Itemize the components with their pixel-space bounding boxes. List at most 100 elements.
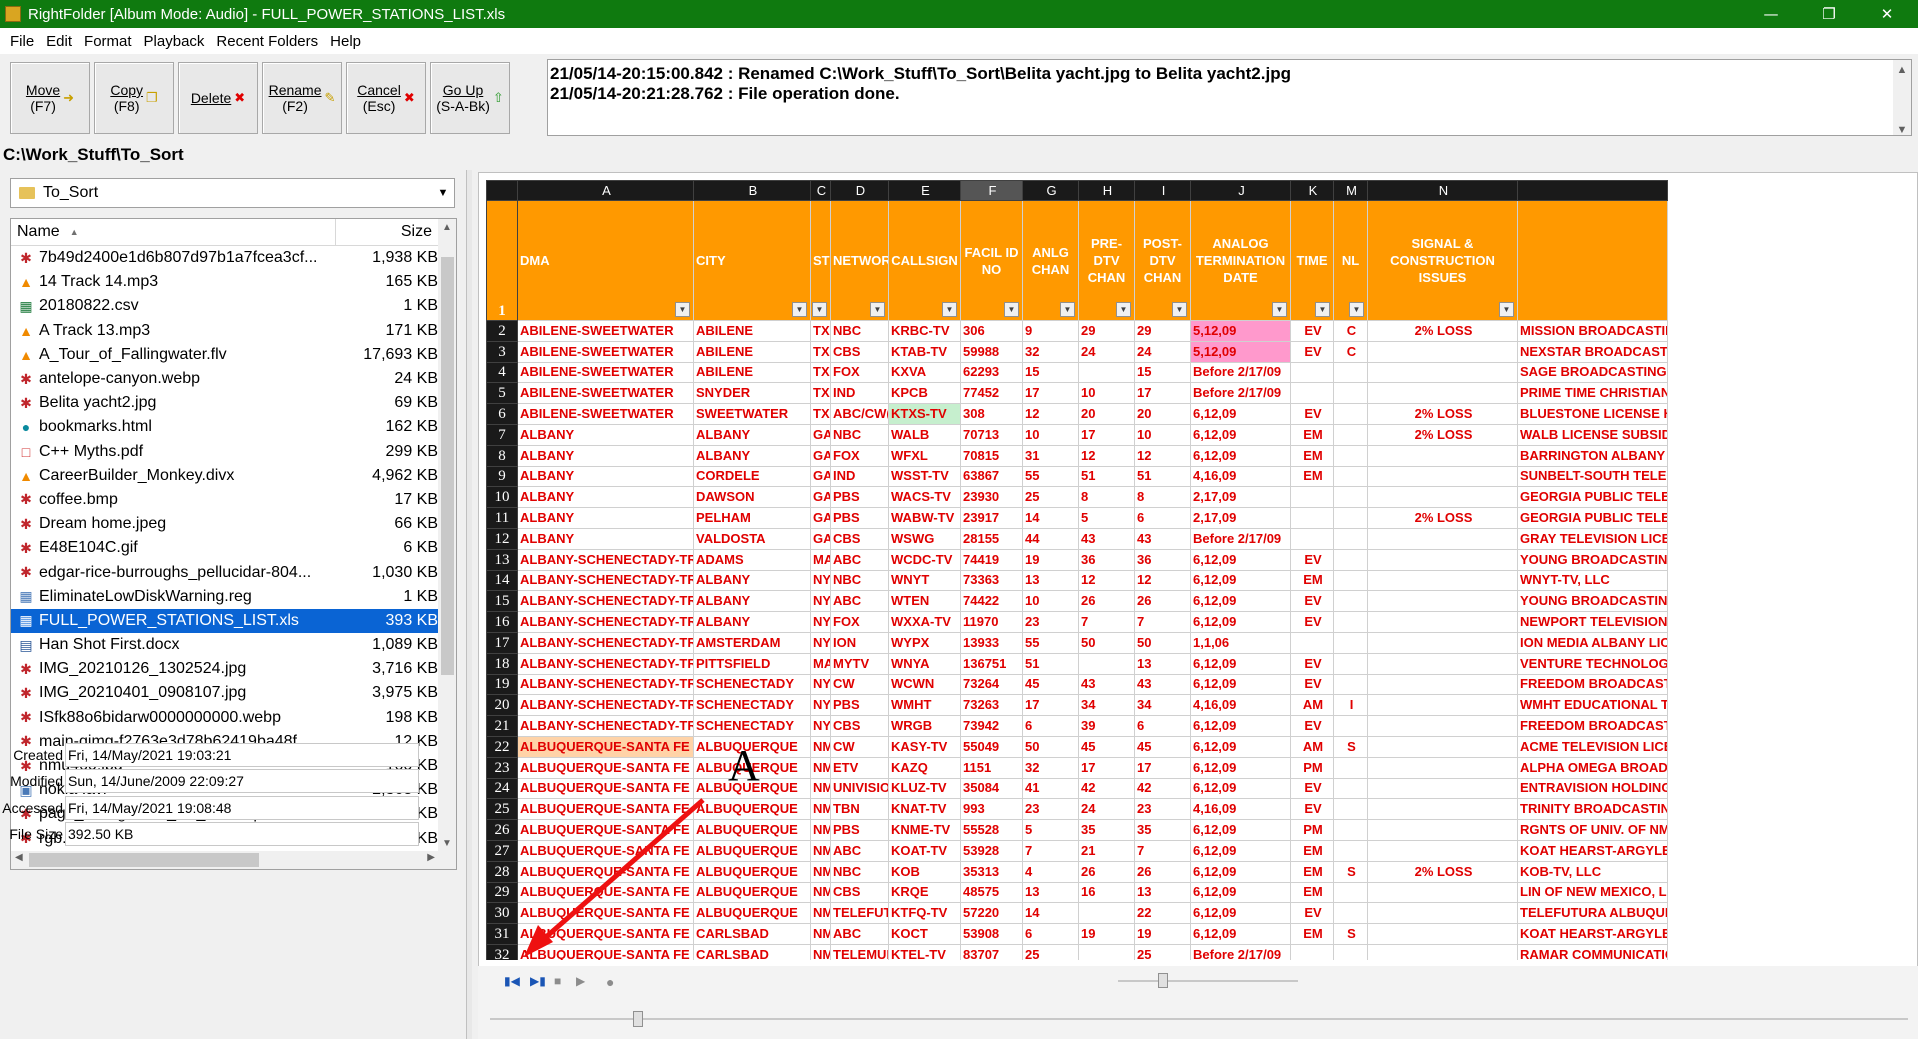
data-cell[interactable]: ALBUQUERQUE-SANTA FE — [517, 860, 694, 883]
data-cell[interactable]: 6,12,09 — [1190, 715, 1291, 737]
data-cell[interactable]: WFXL — [888, 444, 961, 467]
data-cell[interactable]: WNYT-TV, LLC — [1517, 569, 1668, 592]
data-cell[interactable]: YOUNG BROADCASTING OF ALBANY — [1517, 548, 1668, 571]
data-cell[interactable]: NY — [810, 715, 831, 737]
filter-dropdown-icon[interactable]: ▼ — [942, 302, 957, 317]
data-cell[interactable]: 24 — [1078, 340, 1135, 363]
data-cell[interactable]: GA — [810, 486, 831, 509]
data-cell[interactable]: FREEDOM BROADCASTING — [1517, 715, 1668, 737]
data-cell[interactable] — [1367, 881, 1518, 904]
data-cell[interactable]: PELHAM — [693, 507, 811, 529]
data-cell[interactable] — [1333, 361, 1368, 384]
data-cell[interactable] — [1333, 943, 1368, 960]
skip-back-icon[interactable]: ▮◀ — [504, 974, 520, 988]
header-cell[interactable]: PRE-DTV CHAN ▼ — [1078, 200, 1135, 321]
header-cell[interactable]: POST-DTV CHAN ▼ — [1134, 200, 1191, 321]
data-cell[interactable] — [1290, 382, 1334, 405]
row-number[interactable]: 25 — [486, 798, 518, 821]
data-cell[interactable]: 70815 — [960, 444, 1023, 467]
stop-icon[interactable]: ■ — [554, 974, 561, 988]
data-cell[interactable]: 4,16,09 — [1190, 694, 1291, 717]
scroll-right-icon[interactable]: ▶ — [427, 852, 435, 863]
data-cell[interactable]: 73263 — [960, 694, 1023, 717]
data-cell[interactable]: FREEDOM BROADCASTING — [1517, 673, 1668, 696]
header-cell[interactable]: NL ▼ — [1333, 200, 1368, 321]
data-cell[interactable]: FOX — [830, 611, 889, 633]
data-cell[interactable]: 306 — [960, 320, 1023, 342]
data-cell[interactable]: AM — [1290, 694, 1334, 717]
data-cell[interactable]: NY — [810, 611, 831, 633]
row-number[interactable]: 16 — [486, 611, 518, 633]
data-cell[interactable]: ALBANY — [517, 486, 694, 509]
data-cell[interactable]: 23 — [1022, 611, 1079, 633]
file-list-hscrollbar[interactable]: ◀ ▶ — [11, 851, 439, 869]
data-cell[interactable]: 6,12,09 — [1190, 652, 1291, 675]
data-cell[interactable] — [1333, 798, 1368, 821]
row-number[interactable]: 23 — [486, 756, 518, 779]
column-header[interactable]: K — [1290, 180, 1334, 201]
data-cell[interactable]: ALBUQUERQUE — [693, 881, 811, 904]
column-header[interactable]: G — [1022, 180, 1079, 201]
data-cell[interactable]: NBC — [830, 320, 889, 342]
data-cell[interactable]: ABILENE-SWEETWATER — [517, 340, 694, 363]
data-cell[interactable]: ABILENE — [693, 340, 811, 363]
data-cell[interactable]: PRIME TIME CHRISTIAN BROADCASTING — [1517, 382, 1668, 405]
header-cell[interactable]: TIME ▼ — [1290, 200, 1334, 321]
row-number[interactable]: 28 — [486, 860, 518, 883]
data-cell[interactable]: TBN — [830, 798, 889, 821]
data-cell[interactable] — [1333, 423, 1368, 446]
data-cell[interactable]: PBS — [830, 819, 889, 841]
data-cell[interactable]: S — [1333, 923, 1368, 945]
data-cell[interactable] — [1367, 361, 1518, 384]
data-cell[interactable]: NM — [810, 881, 831, 904]
data-cell[interactable] — [1333, 486, 1368, 509]
data-cell[interactable]: ABILENE — [693, 320, 811, 342]
size-column-header[interactable]: Size — [336, 219, 438, 245]
data-cell[interactable]: 43 — [1134, 673, 1191, 696]
filter-dropdown-icon[interactable]: ▼ — [1172, 302, 1187, 317]
data-cell[interactable]: WMHT EDUCATIONAL TELECOMMUNICATIONS — [1517, 694, 1668, 717]
data-cell[interactable]: RGNTS OF UNIV. OF NM & BD — [1517, 819, 1668, 841]
data-cell[interactable]: EM — [1290, 423, 1334, 446]
data-cell[interactable]: ALBANY-SCHENECTADY-TROY — [517, 569, 694, 592]
data-cell[interactable]: RAMAR COMMUNICATIONS — [1517, 943, 1668, 960]
data-cell[interactable]: ALBUQUERQUE-SANTA FE — [517, 881, 694, 904]
property-value[interactable]: Fri, 14/May/2021 19:08:48 — [65, 796, 419, 820]
data-cell[interactable]: 20 — [1078, 403, 1135, 425]
data-cell[interactable]: EV — [1290, 777, 1334, 800]
data-cell[interactable]: ALBANY — [693, 569, 811, 592]
row-number[interactable]: 17 — [486, 631, 518, 654]
data-cell[interactable]: SCHENECTADY — [693, 715, 811, 737]
data-cell[interactable]: ABC/CW(DT) — [830, 403, 889, 425]
data-cell[interactable]: 31 — [1022, 444, 1079, 467]
data-cell[interactable]: 2% LOSS — [1367, 507, 1518, 529]
data-cell[interactable] — [1333, 382, 1368, 405]
data-cell[interactable] — [1367, 839, 1518, 862]
row-number[interactable]: 32 — [486, 943, 518, 960]
menu-recent-folders[interactable]: Recent Folders — [210, 33, 324, 50]
data-cell[interactable]: 45 — [1078, 735, 1135, 758]
data-cell[interactable]: 50 — [1078, 631, 1135, 654]
data-cell[interactable]: ALPHA OMEGA BROADCASTING — [1517, 756, 1668, 779]
data-cell[interactable] — [1333, 611, 1368, 633]
data-cell[interactable]: 23 — [1022, 798, 1079, 821]
file-row[interactable]: ✱ antelope-canyon.webp 24 KB — [11, 367, 456, 391]
data-cell[interactable]: 73363 — [960, 569, 1023, 592]
data-cell[interactable]: EV — [1290, 320, 1334, 342]
data-cell[interactable]: EV — [1290, 340, 1334, 363]
data-cell[interactable]: SNYDER — [693, 382, 811, 405]
data-cell[interactable]: CBS — [830, 340, 889, 363]
data-cell[interactable]: 8 — [1134, 486, 1191, 509]
data-cell[interactable]: 6 — [1022, 715, 1079, 737]
data-cell[interactable]: 26 — [1134, 590, 1191, 613]
data-cell[interactable]: ABILENE-SWEETWATER — [517, 403, 694, 425]
data-cell[interactable]: YOUNG BROADCASTING OF ALBANY — [1517, 590, 1668, 613]
data-cell[interactable]: SWEETWATER — [693, 403, 811, 425]
data-cell[interactable]: SCHENECTADY — [693, 694, 811, 717]
data-cell[interactable]: PBS — [830, 507, 889, 529]
data-cell[interactable]: 993 — [960, 798, 1023, 821]
data-cell[interactable]: ENTRAVISION HOLDINGS, LLC — [1517, 777, 1668, 800]
data-cell[interactable]: BARRINGTON ALBANY LICENSE — [1517, 444, 1668, 467]
row-number[interactable]: 22 — [486, 735, 518, 758]
data-cell[interactable] — [1367, 756, 1518, 779]
